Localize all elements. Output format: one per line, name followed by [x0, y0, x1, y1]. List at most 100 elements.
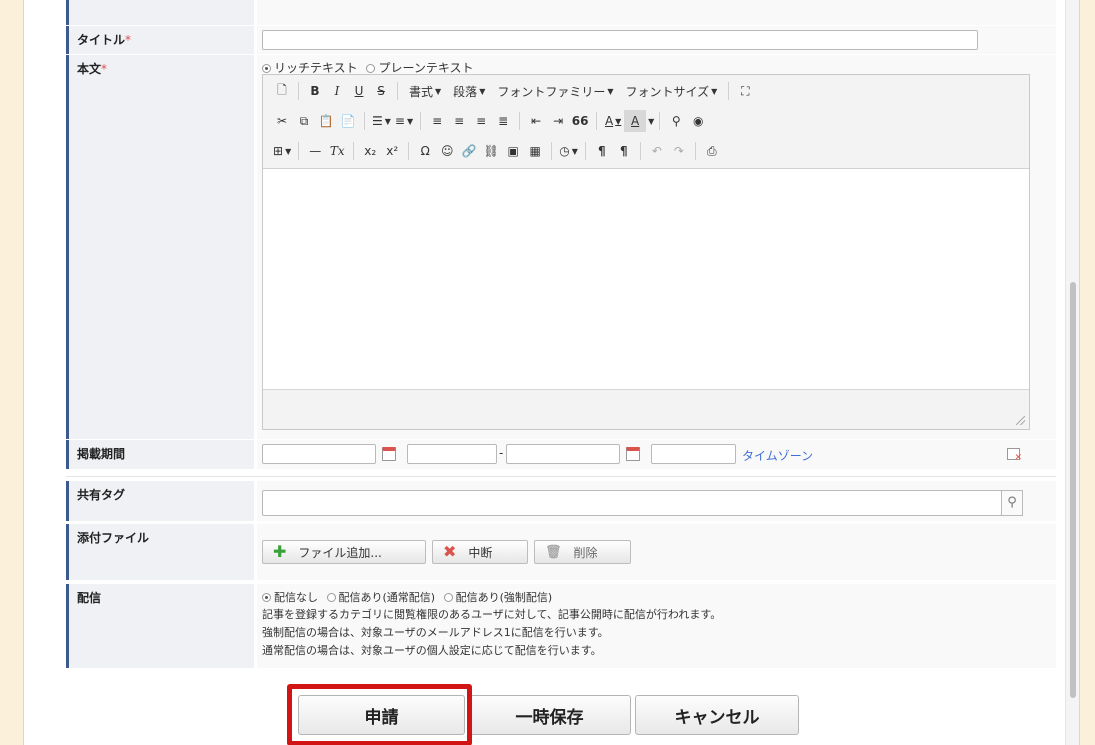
bullet-list-icon[interactable]: ☰ ▼ — [370, 110, 393, 132]
font-family-dropdown[interactable]: フォントファミリー ▼ — [491, 80, 619, 102]
attachments-label: 添付ファイル — [66, 524, 254, 580]
align-center-icon[interactable]: ≡ — [448, 110, 470, 132]
toolbar-separator — [596, 112, 598, 130]
editor-content-area[interactable] — [263, 169, 1029, 389]
scrollbar-thumb[interactable] — [1070, 282, 1076, 698]
italic-button[interactable]: I — [326, 80, 348, 102]
outdent-icon[interactable]: ⇤ — [525, 110, 547, 132]
resize-grip-icon[interactable] — [1016, 416, 1025, 425]
cancel-button[interactable]: キャンセル — [635, 695, 799, 735]
image-icon[interactable]: ▣ — [502, 140, 524, 162]
ltr-icon[interactable]: ¶ — [591, 140, 613, 162]
chevron-down-icon[interactable]: ▼ — [648, 117, 654, 126]
clear-period-icon[interactable]: ✕ — [1007, 448, 1022, 463]
blockquote-icon[interactable]: 66 — [569, 110, 591, 132]
align-left-icon[interactable]: ≡ — [426, 110, 448, 132]
section-divider — [66, 476, 1056, 477]
font-size-dropdown[interactable]: フォントサイズ ▼ — [620, 80, 724, 102]
align-justify-icon[interactable]: ≣ — [492, 110, 514, 132]
new-document-icon[interactable]: 🗋 — [271, 80, 293, 102]
special-character-icon[interactable]: Ω — [414, 140, 436, 162]
radio-no-delivery[interactable] — [262, 593, 271, 602]
no-delivery-label[interactable]: 配信なし — [274, 591, 318, 604]
clear-format-icon[interactable]: Tx — [326, 140, 348, 162]
radio-normal-delivery[interactable] — [326, 593, 336, 602]
tags-label: 共有タグ — [66, 481, 254, 521]
format-dropdown[interactable]: 書式 ▼ — [403, 80, 447, 102]
row-attachments: 添付ファイル ✚ ファイル追加... ✖ 中断 🗑 削除 — [66, 524, 1056, 580]
chevron-down-icon: ▼ — [711, 86, 718, 96]
start-date-input[interactable] — [262, 444, 376, 464]
calendar-icon[interactable] — [382, 447, 396, 461]
emoticon-icon[interactable]: ☺ — [436, 140, 458, 162]
radio-rich-text[interactable] — [262, 64, 271, 73]
copy-icon[interactable]: ⧉ — [293, 110, 315, 132]
body-label: 本文* — [66, 55, 254, 439]
row-previous-label — [66, 0, 254, 25]
start-time-input[interactable] — [407, 444, 497, 464]
title-label-text: タイトル — [77, 33, 126, 47]
link-icon[interactable]: 🔗 — [458, 140, 480, 162]
delete-label: 削除 — [573, 545, 598, 560]
title-input[interactable] — [262, 30, 978, 50]
format-rich-label[interactable]: リッチテキスト — [274, 61, 358, 75]
end-time-input[interactable] — [651, 444, 736, 464]
toolbar-row-1: 🗋 B I U S 書式 ▼ 段落 ▼ フォントファミリー ▼ フォントサイズ ▼ ⛶ — [263, 79, 756, 103]
delivery-value-cell: 配信なし 配信あり(通常配信) 配信あり(強制配信) 記事を登録するカテゴリに閲… — [257, 584, 1056, 668]
end-date-input[interactable] — [506, 444, 620, 464]
unlink-icon[interactable]: ⛓ — [480, 140, 502, 162]
search-icon[interactable]: ⚲ — [1001, 490, 1023, 516]
numbered-list-icon[interactable]: ≡ ▼ — [393, 110, 415, 132]
paste-icon[interactable]: 📋 — [315, 110, 337, 132]
abort-button[interactable]: ✖ 中断 — [432, 540, 528, 564]
underline-button[interactable]: U — [348, 80, 370, 102]
bold-button[interactable]: B — [304, 80, 326, 102]
row-period: 掲載期間 - タイムゾーン ✕ — [66, 440, 1056, 469]
background-color-button[interactable]: A — [624, 110, 647, 132]
cut-icon[interactable]: ✂ — [271, 110, 293, 132]
undo-icon[interactable]: ↶ — [646, 140, 668, 162]
print-icon[interactable]: ⎙ — [701, 140, 723, 162]
format-plain-label[interactable]: プレーンテキスト — [378, 61, 473, 75]
text-color-button[interactable]: A ▼ — [602, 110, 624, 132]
shared-tags-input[interactable] — [262, 490, 1002, 516]
save-draft-button[interactable]: 一時保存 — [468, 695, 631, 735]
table-icon[interactable]: ⊞ ▼ — [271, 140, 293, 162]
toolbar-row-2: ✂ ⧉ 📋 📄 ☰ ▼ ≡ ▼ ≡ ≡ ≡ ≣ ⇤ ⇥ 66 A ▼ A ▼ ⚲… — [263, 109, 709, 133]
preview-icon[interactable]: ◉ — [687, 110, 709, 132]
body-label-text: 本文 — [77, 62, 102, 76]
calendar-icon[interactable] — [626, 447, 640, 461]
radio-plain-text[interactable] — [366, 64, 376, 73]
radio-forced-delivery[interactable] — [443, 593, 453, 602]
forced-delivery-label[interactable]: 配信あり(強制配信) — [456, 591, 553, 604]
redo-icon[interactable]: ↷ — [668, 140, 690, 162]
period-separator: - — [499, 446, 504, 460]
fullscreen-icon[interactable]: ⛶ — [734, 80, 756, 102]
media-icon[interactable]: ▦ — [524, 140, 546, 162]
find-replace-icon[interactable]: ⚲ — [665, 110, 687, 132]
rtl-icon[interactable]: ¶ — [613, 140, 635, 162]
horizontal-rule-icon[interactable]: — — [304, 140, 326, 162]
insert-datetime-icon[interactable]: ◷ ▼ — [557, 140, 580, 162]
toolbar-separator — [298, 82, 299, 100]
vertical-scrollbar[interactable] — [1065, 0, 1079, 745]
superscript-icon[interactable]: x² — [381, 140, 403, 162]
submit-highlight-box — [287, 684, 472, 745]
subscript-icon[interactable]: x₂ — [359, 140, 381, 162]
title-label: タイトル* — [66, 26, 254, 54]
row-body: 本文* リッチテキスト プレーンテキスト 🗋 B I U S 書式 ▼ 段落 ▼… — [66, 55, 1056, 439]
toolbar-separator — [519, 112, 521, 130]
paragraph-dropdown[interactable]: 段落 ▼ — [447, 80, 491, 102]
add-file-button[interactable]: ✚ ファイル追加... — [262, 540, 426, 564]
indent-icon[interactable]: ⇥ — [547, 110, 569, 132]
toolbar-separator — [408, 142, 410, 160]
paste-text-icon[interactable]: 📄 — [337, 110, 359, 132]
align-right-icon[interactable]: ≡ — [470, 110, 492, 132]
delete-button[interactable]: 🗑 削除 — [534, 540, 631, 564]
form-panel: タイトル* 本文* リッチテキスト プレーンテキスト 🗋 B I U S 書式 … — [23, 0, 1080, 745]
row-delivery: 配信 配信なし 配信あり(通常配信) 配信あり(強制配信) 記事を登録するカテゴ… — [66, 584, 1056, 668]
timezone-link[interactable]: タイムゾーン — [742, 447, 813, 464]
normal-delivery-label[interactable]: 配信あり(通常配信) — [339, 591, 436, 604]
toolbar-separator — [694, 142, 696, 160]
strikethrough-button[interactable]: S — [370, 80, 392, 102]
